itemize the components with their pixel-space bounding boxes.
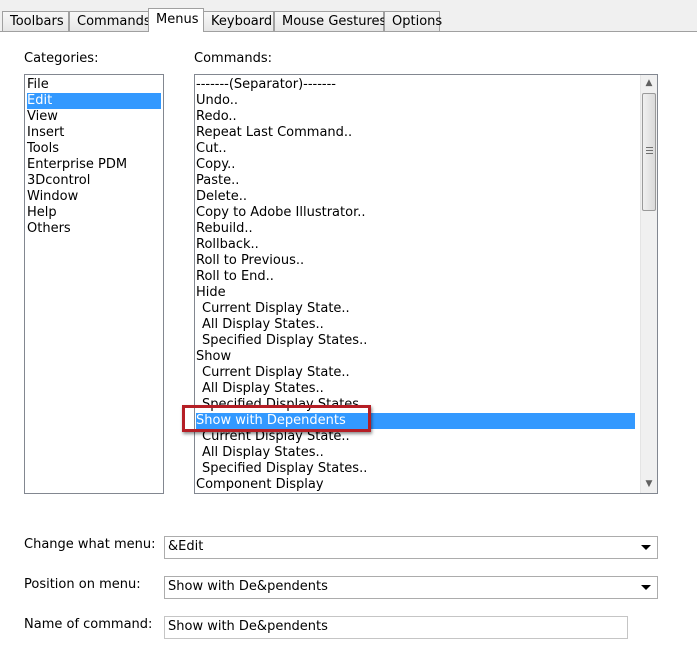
- dropdown-arrow-icon[interactable]: [641, 545, 651, 550]
- command-item[interactable]: Delete..: [196, 189, 247, 205]
- commands-label: Commands:: [194, 51, 272, 66]
- command-item[interactable]: Rebuild..: [196, 221, 253, 237]
- scroll-up-arrow-icon[interactable]: ▲: [641, 75, 657, 92]
- category-item[interactable]: Tools: [27, 141, 59, 157]
- tab-commands[interactable]: Commands: [69, 11, 151, 31]
- categories-label: Categories:: [24, 51, 99, 66]
- dropdown-arrow-icon[interactable]: [641, 585, 651, 590]
- command-name-value: Show with De&pendents: [168, 619, 328, 634]
- category-item[interactable]: Window: [27, 189, 78, 205]
- name-label: Name of command:: [24, 617, 153, 632]
- command-item[interactable]: Cut..: [196, 141, 227, 157]
- category-item[interactable]: Enterprise PDM: [27, 157, 127, 173]
- command-item[interactable]: All Display States..: [196, 381, 324, 397]
- category-item[interactable]: File: [27, 77, 49, 93]
- change-menu-label: Change what menu:: [24, 537, 156, 552]
- command-item[interactable]: Copy..: [196, 157, 235, 173]
- thumb-grip-line: [646, 153, 653, 154]
- tab-mouse-gestures[interactable]: Mouse Gestures: [274, 11, 386, 31]
- category-item[interactable]: View: [27, 109, 58, 125]
- categories-list[interactable]: File Edit View Insert Tools Enterprise PDM 3Dc…: [24, 74, 164, 494]
- position-combo[interactable]: Show with De&pendents: [164, 576, 658, 599]
- command-item[interactable]: Undo..: [196, 93, 238, 109]
- position-label: Position on menu:: [24, 577, 141, 592]
- position-value: Show with De&pendents: [168, 579, 328, 594]
- change-menu-combo[interactable]: &Edit: [164, 536, 658, 559]
- category-item[interactable]: Edit: [27, 93, 161, 109]
- command-item[interactable]: Show: [196, 349, 231, 365]
- category-item[interactable]: Help: [27, 205, 57, 221]
- scroll-down-arrow-icon[interactable]: ▼: [641, 476, 657, 493]
- change-menu-value: &Edit: [168, 539, 204, 554]
- tab-bar-divider: [0, 31, 697, 32]
- command-item[interactable]: Redo..: [196, 109, 237, 125]
- command-item[interactable]: Roll to End..: [196, 269, 274, 285]
- category-item[interactable]: Insert: [27, 125, 64, 141]
- tab-menus[interactable]: Menus: [148, 8, 204, 32]
- command-item[interactable]: Current Display State..: [196, 365, 350, 381]
- category-item[interactable]: Others: [27, 221, 71, 237]
- command-item[interactable]: Specified Display States..: [196, 333, 367, 349]
- command-item[interactable]: Repeat Last Command..: [196, 125, 352, 141]
- command-name-input[interactable]: Show with De&pendents: [164, 616, 628, 639]
- command-item[interactable]: Current Display State..: [196, 301, 350, 317]
- command-item[interactable]: Paste..: [196, 173, 239, 189]
- tab-bar: Toolbars Commands Menus Keyboard Mouse G…: [0, 0, 697, 32]
- command-item[interactable]: Component Display: [196, 477, 324, 493]
- command-item[interactable]: Copy to Adobe Illustrator..: [196, 205, 366, 221]
- thumb-grip-line: [646, 150, 653, 151]
- command-item[interactable]: Hide: [196, 285, 226, 301]
- command-item[interactable]: -------(Separator)-------: [196, 77, 336, 93]
- command-item[interactable]: Specified Display States..: [196, 461, 367, 477]
- tab-keyboard[interactable]: Keyboard: [203, 11, 274, 31]
- command-item[interactable]: All Display States..: [196, 445, 324, 461]
- scrollbar-thumb[interactable]: [642, 93, 656, 211]
- command-item[interactable]: Roll to Previous..: [196, 253, 304, 269]
- category-item[interactable]: 3Dcontrol: [27, 173, 90, 189]
- tab-options[interactable]: Options: [384, 11, 442, 31]
- command-item[interactable]: Rollback..: [196, 237, 259, 253]
- thumb-grip-line: [646, 147, 653, 148]
- selection-highlight-box: [182, 405, 371, 432]
- command-item[interactable]: All Display States..: [196, 317, 324, 333]
- tab-toolbars[interactable]: Toolbars: [2, 11, 69, 31]
- commands-scrollbar[interactable]: ▲ ▼: [640, 75, 657, 493]
